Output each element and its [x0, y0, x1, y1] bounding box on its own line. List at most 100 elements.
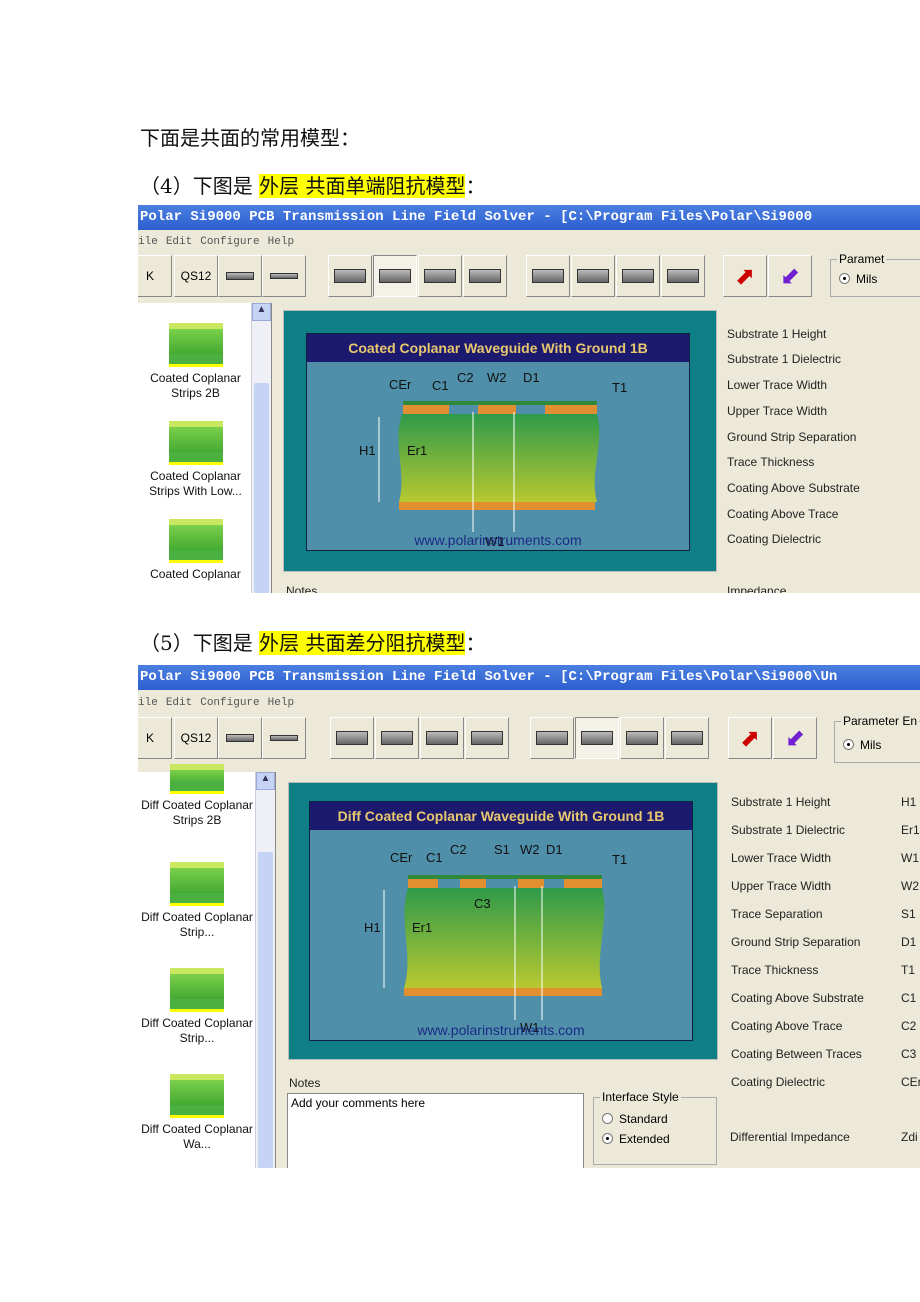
tool-dcpw-2[interactable]	[575, 717, 619, 759]
param-symbol: T1	[901, 963, 916, 977]
tool-cpw-4[interactable]	[465, 717, 509, 759]
tool-dual-trace[interactable]	[262, 717, 306, 759]
param-symbol: CEr	[901, 1075, 920, 1089]
list-item[interactable]: Diff Coated Coplanar Strip...	[138, 968, 256, 1046]
tool-cpw-2[interactable]	[373, 255, 417, 297]
diagram: Coated Coplanar Waveguide With Ground 1B…	[306, 333, 690, 551]
tool-cpw-1[interactable]	[330, 717, 374, 759]
arrow-up-red-icon[interactable]: ⬈	[728, 717, 772, 759]
tool-cpw-2[interactable]	[375, 717, 419, 759]
tool-dcpw-1[interactable]	[530, 717, 574, 759]
arrow-up-red-icon[interactable]: ⬈	[723, 255, 767, 297]
units-radio[interactable]: Mils	[843, 738, 920, 752]
caption-suffix: ：	[465, 631, 486, 655]
list-scrollbar[interactable]: ▲	[255, 772, 275, 1168]
label-c3: C3	[474, 896, 491, 911]
interface-style-group: Interface Style Standard Extended	[593, 1090, 717, 1165]
param-label: Lower Trace Width	[731, 851, 832, 865]
param-label: Coating Between Traces	[731, 1047, 862, 1061]
label-c2: C2	[457, 370, 474, 385]
menu-edit[interactable]: Edit	[166, 697, 192, 709]
radio-standard[interactable]: Standard	[602, 1112, 708, 1126]
caption-highlight: 外层 共面单端阻抗模型	[259, 174, 466, 198]
tool-k[interactable]: K	[138, 255, 172, 297]
param-label: Substrate 1 Dielectric	[727, 352, 842, 366]
label-er1: Er1	[407, 443, 427, 458]
param-label: Coating Above Trace	[731, 1019, 843, 1033]
menu-file[interactable]: ile	[138, 697, 158, 709]
units-label: Mils	[856, 272, 878, 286]
param-label: Trace Thickness	[731, 963, 819, 977]
menu-configure[interactable]: Configure	[200, 236, 259, 248]
model-list: Diff Coated Coplanar Strips 2B Diff Coat…	[138, 764, 276, 1168]
tool-dcpw-2[interactable]	[571, 255, 615, 297]
group-label: Interface Style	[600, 1090, 681, 1104]
tool-label: K	[145, 269, 154, 283]
param-label: Lower Trace Width	[727, 378, 828, 392]
item-label: Diff Coated Coplanar Wa...	[141, 1122, 253, 1151]
item-label: Coated Coplanar Strips With Low...	[149, 469, 242, 498]
label-w2: W2	[520, 842, 540, 857]
impedance-label: Impedance	[727, 584, 787, 593]
radio-label: Extended	[619, 1132, 670, 1146]
item-label: Coated Coplanar Strips 2B	[150, 371, 241, 400]
param-symbol: H1	[901, 795, 917, 809]
intro-heading: 下面是共面的常用模型：	[140, 126, 360, 150]
menu-configure[interactable]: Configure	[200, 697, 259, 709]
radio-label: Standard	[619, 1112, 668, 1126]
param-label: Coating Above Substrate	[731, 991, 864, 1005]
tool-dcpw-1[interactable]	[526, 255, 570, 297]
list-scrollbar[interactable]: ▲	[251, 303, 271, 593]
param-symbol: S1	[901, 907, 916, 921]
param-symbol: W2	[901, 879, 919, 893]
label-t1: T1	[612, 380, 627, 395]
parameter-group: Paramet Mils	[830, 252, 920, 297]
arrow-down-purple-icon[interactable]: ⬋	[773, 717, 817, 759]
param-label: Trace Separation	[731, 907, 823, 921]
tool-trace[interactable]	[218, 255, 262, 297]
tool-label: QS12	[180, 731, 212, 745]
param-label: Coating Above Substrate	[727, 481, 860, 495]
item-label: Diff Coated Coplanar Strip...	[141, 910, 253, 939]
radio-extended[interactable]: Extended	[602, 1132, 708, 1146]
tool-cpw-1[interactable]	[328, 255, 372, 297]
tool-qs12[interactable]: QS12	[174, 717, 218, 759]
list-item[interactable]: Diff Coated Coplanar Strips 2B	[138, 764, 256, 828]
arrow-down-purple-icon[interactable]: ⬋	[768, 255, 812, 297]
notes-textarea[interactable]: Add your comments here	[287, 1093, 584, 1168]
tool-dual-trace[interactable]	[262, 255, 306, 297]
group-label: Parameter En	[841, 714, 920, 728]
notes-label: Notes	[286, 584, 318, 593]
diagram-panel: Coated Coplanar Waveguide With Ground 1B…	[283, 310, 717, 572]
tool-trace[interactable]	[218, 717, 262, 759]
list-item[interactable]: Diff Coated Coplanar Strip...	[138, 862, 256, 940]
tool-qs12[interactable]: QS12	[174, 255, 218, 297]
menu-file[interactable]: ile	[138, 236, 158, 248]
tool-dcpw-3[interactable]	[616, 255, 660, 297]
item-label: Diff Coated Coplanar Strips 2B	[141, 798, 253, 827]
units-label: Mils	[860, 738, 882, 752]
label-c2: C2	[450, 842, 467, 857]
label-s1: S1	[494, 842, 510, 857]
tool-dcpw-4[interactable]	[665, 717, 709, 759]
list-item[interactable]: Coated Coplanar Strips With Low...	[138, 421, 253, 499]
tool-k[interactable]: K	[138, 717, 172, 759]
label-d1: D1	[546, 842, 563, 857]
tool-dcpw-3[interactable]	[620, 717, 664, 759]
list-item[interactable]: Coated Coplanar Strips 2B	[138, 323, 253, 401]
label-c1: C1	[426, 850, 443, 865]
menu-help[interactable]: Help	[268, 697, 294, 709]
label-t1: T1	[612, 852, 627, 867]
list-item[interactable]: Coated Coplanar	[138, 519, 253, 582]
menu-help[interactable]: Help	[268, 236, 294, 248]
tool-cpw-3[interactable]	[420, 717, 464, 759]
param-symbol: C1	[901, 991, 917, 1005]
menu-edit[interactable]: Edit	[166, 236, 192, 248]
model-list: Coated Coplanar Strips 2B Coated Coplana…	[138, 303, 272, 593]
tool-cpw-4[interactable]	[463, 255, 507, 297]
list-item[interactable]: Diff Coated Coplanar Wa...	[138, 1074, 256, 1152]
units-radio[interactable]: Mils	[839, 272, 920, 286]
tool-dcpw-4[interactable]	[661, 255, 705, 297]
diagram-url: www.polarinstruments.com	[417, 1022, 585, 1038]
tool-cpw-3[interactable]	[418, 255, 462, 297]
